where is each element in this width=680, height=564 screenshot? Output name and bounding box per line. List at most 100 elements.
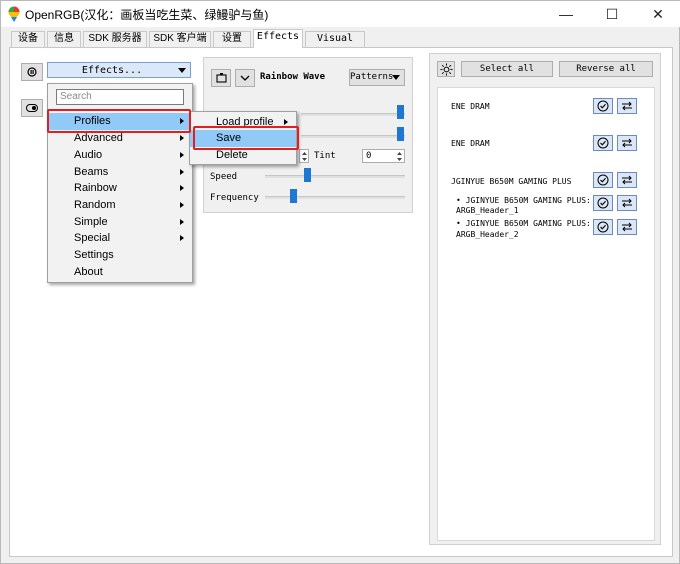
frequency-track — [265, 196, 405, 199]
frequency-slider-handle[interactable] — [290, 189, 298, 203]
tab-devices[interactable]: 设备 — [11, 31, 45, 47]
effects-dropdown[interactable]: Effects... — [47, 62, 191, 78]
close-button[interactable]: ✕ — [635, 1, 680, 27]
zone-name: • JGINYUE B650M GAMING PLUS: — [456, 196, 591, 205]
device-enable-button[interactable] — [593, 135, 613, 151]
check-circle-icon — [597, 100, 609, 112]
effects-dropdown-label: Effects... — [81, 65, 143, 76]
slider-handle-2[interactable] — [397, 127, 404, 141]
device-list — [437, 87, 655, 541]
device-reverse-button[interactable] — [617, 98, 637, 114]
speed-label: Speed — [210, 172, 238, 182]
effect-name: Rainbow Wave — [260, 72, 326, 82]
chevron-right-icon — [180, 235, 184, 241]
zone-reverse-button[interactable] — [617, 219, 637, 235]
menu-item-save[interactable]: Save — [190, 130, 296, 147]
check-circle-icon — [597, 174, 609, 186]
maximize-button[interactable]: ☐ — [589, 1, 635, 27]
tint-value: 0 — [366, 151, 372, 161]
chevron-right-icon — [180, 169, 184, 175]
speed-slider-handle[interactable] — [303, 168, 311, 182]
device-reverse-button[interactable] — [617, 135, 637, 151]
chevron-right-icon — [180, 118, 184, 124]
menu-item-rainbow[interactable]: Rainbow — [48, 180, 192, 197]
menu-item-delete[interactable]: Delete — [190, 147, 296, 164]
zone-reverse-button[interactable] — [617, 195, 637, 211]
chevron-right-icon — [180, 152, 184, 158]
menu-item-about[interactable]: About — [48, 264, 192, 281]
swap-arrows-icon — [622, 175, 632, 185]
device-enable-button[interactable] — [593, 172, 613, 188]
chevron-right-icon — [180, 202, 184, 208]
tint-label: Tint — [314, 151, 336, 161]
chevron-down-icon — [392, 75, 400, 80]
zone-name-line2: ARGB_Header_1 — [456, 206, 519, 215]
brightness-button[interactable] — [437, 61, 455, 77]
effects-menu: Search Profiles Advanced Audio Beams Rai… — [47, 83, 193, 283]
menu-item-profiles[interactable]: Profiles — [48, 113, 192, 130]
menu-item-audio[interactable]: Audio — [48, 147, 192, 164]
window-title: OpenRGB(汉化：画板当吃生菜、绿鳗驴与鱼) — [25, 8, 269, 22]
menu-item-simple[interactable]: Simple — [48, 214, 192, 231]
slider-track-1 — [301, 113, 405, 116]
speed-track — [265, 175, 405, 178]
tab-sdk-client[interactable]: SDK 客户端 — [149, 31, 211, 47]
tab-settings[interactable]: 设置 — [213, 31, 251, 47]
chevron-right-icon — [284, 119, 288, 125]
slider-track-2 — [301, 135, 405, 138]
search-input[interactable]: Search — [56, 89, 184, 105]
effect-menu-button[interactable] — [235, 69, 255, 87]
chevron-down-icon — [240, 75, 250, 81]
effect-start-button[interactable] — [211, 69, 231, 87]
swap-arrows-icon — [622, 198, 632, 208]
toggle-button[interactable] — [21, 99, 43, 117]
zone-name-line2: ARGB_Header_2 — [456, 230, 519, 239]
menu-item-special[interactable]: Special — [48, 230, 192, 247]
frequency-label: Frequency — [210, 193, 259, 203]
check-circle-icon — [597, 137, 609, 149]
sun-icon — [440, 63, 453, 76]
chevron-right-icon — [180, 219, 184, 225]
zone-enable-button[interactable] — [593, 219, 613, 235]
device-reverse-button[interactable] — [617, 172, 637, 188]
swap-arrows-icon — [622, 222, 632, 232]
spinbox-left-arrows[interactable] — [299, 149, 309, 163]
toggle-icon — [26, 104, 38, 112]
device-name: ENE DRAM — [451, 139, 490, 148]
swap-arrows-icon — [622, 138, 632, 148]
power-icon — [216, 73, 227, 83]
device-name: JGINYUE B650M GAMING PLUS — [451, 177, 572, 186]
patterns-dropdown[interactable]: Patterns — [349, 69, 405, 86]
select-all-button[interactable]: Select all — [461, 61, 553, 77]
minimize-button[interactable]: — — [543, 1, 589, 27]
slider-handle-1[interactable] — [397, 105, 404, 119]
tint-spinbox[interactable]: 0 — [362, 149, 405, 163]
reverse-all-button[interactable]: Reverse all — [559, 61, 653, 77]
tab-effects[interactable]: Effects — [253, 29, 303, 48]
app-window: OpenRGB(汉化：画板当吃生菜、绿鳗驴与鱼) — ☐ ✕ 设备 信息 SDK… — [0, 0, 680, 564]
menu-item-settings[interactable]: Settings — [48, 247, 192, 264]
chevron-down-icon — [178, 68, 186, 73]
title-bar: OpenRGB(汉化：画板当吃生菜、绿鳗驴与鱼) — ☐ ✕ — [1, 1, 680, 27]
spin-arrows-icon — [302, 152, 307, 161]
zone-name: • JGINYUE B650M GAMING PLUS: — [456, 219, 591, 228]
play-circle-icon — [27, 67, 37, 77]
zone-enable-button[interactable] — [593, 195, 613, 211]
tab-visual-map[interactable]: Visual Map — [305, 31, 365, 58]
menu-item-random[interactable]: Random — [48, 197, 192, 214]
check-circle-icon — [597, 197, 609, 209]
menu-item-load-profile[interactable]: Load profile — [190, 114, 296, 131]
start-stop-button[interactable] — [21, 63, 43, 81]
spin-arrows-icon[interactable] — [396, 151, 403, 162]
device-name: ENE DRAM — [451, 102, 490, 111]
profiles-submenu: Load profile Save Delete — [189, 111, 297, 165]
menu-item-advanced[interactable]: Advanced — [48, 130, 192, 147]
search-placeholder: Search — [60, 91, 92, 102]
check-circle-icon — [597, 221, 609, 233]
tab-info[interactable]: 信息 — [47, 31, 81, 47]
openrgb-logo-icon — [8, 6, 20, 22]
chevron-right-icon — [180, 185, 184, 191]
tab-sdk-server[interactable]: SDK 服务器 — [83, 31, 147, 47]
device-enable-button[interactable] — [593, 98, 613, 114]
menu-item-beams[interactable]: Beams — [48, 164, 192, 181]
